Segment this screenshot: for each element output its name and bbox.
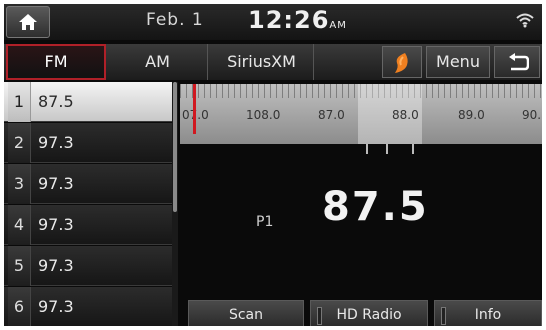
status-bar: Feb. 1 12:26AM <box>4 4 542 40</box>
preset-number: 5 <box>8 246 31 286</box>
preset-frequency: 97.3 <box>38 174 74 193</box>
preset-tag: P1 <box>256 214 274 230</box>
band-tabs: FM AM SiriusXM Menu <box>4 44 542 80</box>
info-label: Info <box>474 307 502 323</box>
preset-frequency: 97.3 <box>38 256 74 275</box>
dial-label: 90. <box>522 108 542 122</box>
radio-screen: Feb. 1 12:26AM FM AM SiriusXM Menu 1 87.… <box>4 4 542 326</box>
dial-label: 87.0 <box>318 108 345 122</box>
preset-item[interactable]: 3 97.3 <box>4 164 172 204</box>
preset-scrollbar[interactable] <box>172 82 178 326</box>
tuner-dial[interactable]: 07.0 108.0 87.0 88.0 89.0 90. <box>180 84 542 144</box>
clock: 12:26AM <box>248 6 347 34</box>
wifi-icon <box>516 13 534 28</box>
info-indicator <box>441 307 446 325</box>
preset-list: 1 87.5 2 97.3 3 97.3 4 97.3 5 97.3 6 97.… <box>4 82 172 326</box>
back-icon <box>509 53 529 71</box>
hd-radio-button[interactable]: HD Radio <box>310 300 428 326</box>
tab-am[interactable]: AM <box>108 44 208 80</box>
tuner-needle <box>193 84 196 134</box>
preset-frequency: 97.3 <box>38 215 74 234</box>
hd-radio-label: HD Radio <box>336 307 402 323</box>
tab-siriusxm[interactable]: SiriusXM <box>210 44 314 80</box>
preset-number: 1 <box>8 82 31 122</box>
preset-frequency: 87.5 <box>38 92 74 111</box>
back-button[interactable] <box>494 46 540 78</box>
home-button[interactable] <box>6 6 50 38</box>
preset-item[interactable]: 2 97.3 <box>4 123 172 163</box>
preset-item[interactable]: 6 97.3 <box>4 287 172 326</box>
dial-markers <box>180 144 542 156</box>
preset-number: 2 <box>8 123 31 163</box>
info-button[interactable]: Info <box>434 300 542 326</box>
home-icon <box>19 14 37 30</box>
sound-button[interactable] <box>382 46 422 78</box>
clock-time: 12:26 <box>248 6 330 34</box>
hd-radio-indicator <box>317 307 322 325</box>
tab-fm[interactable]: FM <box>6 44 106 80</box>
preset-number: 3 <box>8 164 31 204</box>
preset-item[interactable]: 4 97.3 <box>4 205 172 245</box>
preset-item[interactable]: 5 97.3 <box>4 246 172 286</box>
preset-frequency: 97.3 <box>38 133 74 152</box>
date-label: Feb. 1 <box>146 10 204 30</box>
scan-label: Scan <box>228 307 264 323</box>
preset-frequency: 97.3 <box>38 297 74 316</box>
scroll-thumb[interactable] <box>173 82 177 212</box>
dial-label: 89.0 <box>458 108 485 122</box>
current-frequency: 87.5 <box>322 184 429 230</box>
menu-button[interactable]: Menu <box>426 46 490 78</box>
preset-item[interactable]: 1 87.5 <box>4 82 172 122</box>
scan-button[interactable]: Scan <box>188 300 304 326</box>
clock-ampm: AM <box>329 20 347 31</box>
preset-number: 4 <box>8 205 31 245</box>
dial-label: 88.0 <box>392 108 419 122</box>
dial-label: 108.0 <box>246 108 281 122</box>
preset-number: 6 <box>8 287 31 326</box>
sound-icon <box>395 53 408 73</box>
